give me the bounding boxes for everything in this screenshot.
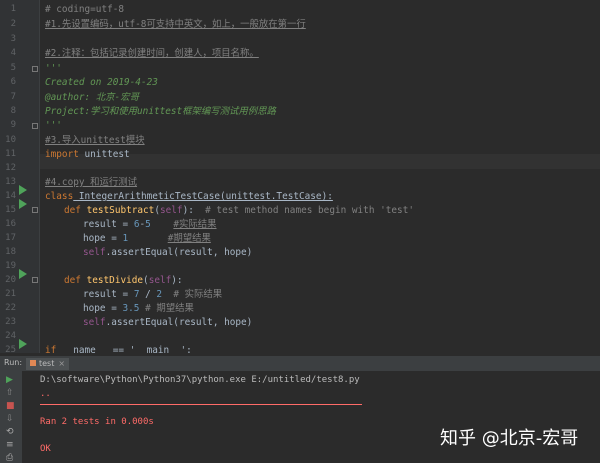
- run-tab-test[interactable]: test ×: [26, 358, 70, 370]
- run-test-icon[interactable]: [19, 199, 27, 209]
- line-number: 20: [5, 275, 16, 285]
- test-dots-output: ..: [40, 389, 51, 399]
- code-line: import unittest: [45, 149, 130, 160]
- line-number: 25: [5, 345, 16, 353]
- code-line: ''': [45, 120, 62, 131]
- rerun-icon[interactable]: ▶: [6, 375, 13, 386]
- line-number: 14: [5, 191, 16, 201]
- code-line: self.assertEqual(result, hope): [83, 247, 253, 258]
- code-line: #1.先设置编码，utf-8可支持中英文，如上，一般放在第一行: [45, 19, 306, 30]
- test-result-output: Ran 2 tests in 0.000s: [40, 417, 154, 427]
- run-panel-label: Run:: [4, 358, 23, 367]
- line-number: 4: [10, 48, 16, 58]
- code-line: hope = 1 #期望结果: [83, 233, 211, 244]
- scroll-up-icon[interactable]: ⇧: [6, 388, 14, 399]
- code-line: result = 7 / 2 # 实际结果: [83, 289, 223, 300]
- code-line: class IntegerArithmeticTestCase(unittest…: [45, 191, 333, 202]
- code-line: Project:学习和使用unittest框架编写测试用例思路: [45, 106, 276, 117]
- fold-marker-icon[interactable]: [32, 66, 38, 72]
- line-number: 13: [5, 177, 16, 187]
- line-number: 9: [10, 120, 16, 130]
- run-class-icon[interactable]: [19, 185, 27, 195]
- code-line: def testSubtract(self): # test method na…: [64, 205, 414, 216]
- code-line: hope = 3.5 # 期望结果: [83, 303, 194, 314]
- separator-line: [40, 404, 362, 405]
- fold-marker-icon[interactable]: [32, 207, 38, 213]
- run-toolbar: ▶ ⇧ ■ ⇩ ⟲ ≡ ⎙: [0, 371, 22, 463]
- line-number: 23: [5, 317, 16, 327]
- line-number: 15: [5, 205, 16, 215]
- code-line: # coding=utf-8: [45, 4, 125, 15]
- zhihu-watermark: 知乎 @北京-宏哥: [440, 428, 579, 449]
- stop-icon[interactable]: ■: [6, 401, 15, 412]
- fold-marker-icon[interactable]: [32, 277, 38, 283]
- line-number: 18: [5, 247, 16, 257]
- line-number: 6: [10, 77, 16, 87]
- run-tab-label: test: [39, 359, 55, 368]
- line-number: 21: [5, 289, 16, 299]
- code-line: #4.copy 和运行测试: [45, 177, 138, 188]
- code-line: @author: 北京-宏哥: [45, 92, 139, 103]
- line-number: 7: [10, 92, 16, 102]
- code-line: self.assertEqual(result, hope): [83, 317, 253, 328]
- line-number: 24: [5, 331, 16, 341]
- run-panel-header: Run: test ×: [0, 357, 600, 371]
- code-line: #3.导入unittest模块: [45, 135, 145, 146]
- line-number: 1: [10, 4, 16, 14]
- python-file-icon: [30, 360, 36, 366]
- code-line: if __name__ == '__main__':: [45, 345, 192, 353]
- code-editor[interactable]: 1 2 3 4 5 6 7 8 9 10 11 12 13 14 15 16 1…: [0, 0, 600, 353]
- line-number: 22: [5, 303, 16, 313]
- line-number: 17: [5, 233, 16, 243]
- code-line: def testDivide(self):: [64, 275, 183, 286]
- run-test-icon[interactable]: [19, 269, 27, 279]
- line-number: 12: [5, 163, 16, 173]
- soft-wrap-icon[interactable]: ⟲: [6, 427, 14, 438]
- run-command-output: D:\software\Python\Python37\python.exe E…: [40, 375, 360, 385]
- code-line: ''': [45, 63, 62, 74]
- print-icon[interactable]: ⎙: [6, 453, 13, 463]
- line-number: 2: [10, 19, 16, 29]
- line-number: 10: [5, 135, 16, 145]
- line-number: 11: [5, 149, 16, 159]
- code-line: result = 6-5 #实际结果: [83, 219, 217, 230]
- scroll-down-icon[interactable]: ⇩: [6, 414, 14, 425]
- fold-marker-icon[interactable]: [32, 123, 38, 129]
- line-number: 5: [10, 63, 16, 73]
- test-status-output: OK: [40, 444, 51, 454]
- line-number: 8: [10, 106, 16, 116]
- code-line: Created on 2019-4-23: [45, 77, 158, 88]
- line-number: 3: [10, 34, 16, 44]
- layout-icon[interactable]: ≡: [6, 440, 14, 451]
- run-main-icon[interactable]: [19, 339, 27, 349]
- line-number: 16: [5, 219, 16, 229]
- line-number: 19: [5, 261, 16, 271]
- close-tab-icon[interactable]: ×: [58, 359, 65, 368]
- code-line: #2.注释：包括记录创建时间，创建人，项目名称。: [45, 48, 259, 59]
